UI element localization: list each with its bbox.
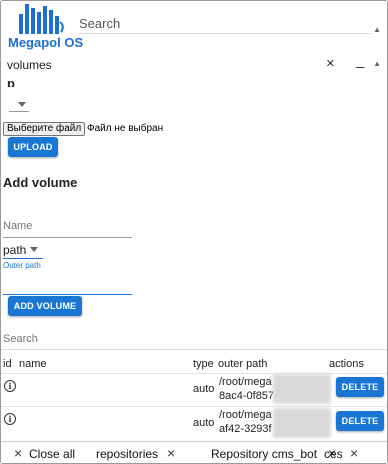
column-header-outer-path[interactable]: outer path — [218, 358, 268, 370]
chevron-down-icon[interactable] — [30, 247, 38, 252]
row-type: auto — [193, 383, 215, 395]
delete-button[interactable]: DELETE — [336, 411, 384, 431]
column-header-type[interactable]: type — [193, 358, 214, 370]
upload-button[interactable]: UPLOAD — [8, 137, 58, 157]
chevron-down-icon — [18, 102, 26, 107]
app-window: Megapol OS Search ▲ volumes × _ ▲ p Выбе… — [0, 0, 388, 464]
add-volume-title: Add volume — [3, 175, 78, 190]
app-name: Megapol OS — [8, 35, 84, 50]
column-header-actions: actions — [329, 358, 364, 370]
info-icon[interactable]: i — [4, 380, 16, 392]
volume-type-select[interactable]: path — [3, 243, 26, 257]
column-header-id[interactable]: id — [3, 358, 12, 370]
file-status-text: Файл не выбран — [87, 123, 164, 134]
row-outer-path-line2: 8ac4-0f857 — [219, 390, 275, 402]
volume-type-underline — [3, 258, 43, 259]
name-input[interactable]: Name — [3, 220, 32, 232]
outer-path-label: Outer path — [3, 261, 41, 270]
row-outer-path-line2: af42-3293f — [219, 423, 272, 435]
column-header-name[interactable]: name — [19, 358, 47, 370]
window-close-icon[interactable]: × — [326, 55, 335, 72]
window-title: volumes — [7, 58, 52, 72]
upload-select[interactable] — [9, 96, 29, 112]
bottom-tab-bar: × Close all repositories × Repository cm… — [1, 441, 387, 463]
window-minimize-icon[interactable]: _ — [356, 52, 364, 69]
info-icon[interactable]: i — [4, 413, 16, 425]
partial-heading: p — [7, 81, 15, 87]
tab-ces[interactable]: ces — [324, 447, 343, 461]
panel-scroll-up-icon[interactable]: ▲ — [373, 59, 381, 68]
tab-repositories[interactable]: repositories — [96, 447, 158, 461]
megapol-logo-icon — [19, 4, 64, 34]
select-underline — [9, 111, 29, 112]
row-divider — [1, 406, 387, 407]
table-search-input[interactable]: Search — [3, 333, 38, 345]
name-input-underline — [3, 237, 132, 238]
tab-close-icon[interactable]: × — [350, 445, 358, 461]
table-divider — [1, 349, 387, 350]
choose-file-button[interactable]: Выберите файл — [3, 122, 86, 136]
global-search-input[interactable]: Search — [79, 16, 120, 31]
row-type: auto — [193, 417, 215, 429]
close-all-tab[interactable]: Close all — [29, 447, 75, 461]
scroll-up-icon[interactable]: ▲ — [373, 25, 381, 34]
tab-repository-cms-bot[interactable]: Repository cms_bot — [211, 447, 317, 461]
row-outer-path-line1: /root/mega — [219, 376, 272, 388]
redacted-area — [273, 408, 331, 438]
close-all-icon[interactable]: × — [14, 445, 22, 461]
redacted-area — [273, 374, 331, 404]
delete-button[interactable]: DELETE — [336, 377, 384, 397]
tab-close-icon[interactable]: × — [167, 445, 175, 461]
global-search-underline — [79, 33, 371, 34]
outer-path-input[interactable] — [3, 294, 132, 295]
row-outer-path-line1: /root/mega — [219, 409, 272, 421]
add-volume-button[interactable]: ADD VOLUME — [8, 296, 82, 316]
